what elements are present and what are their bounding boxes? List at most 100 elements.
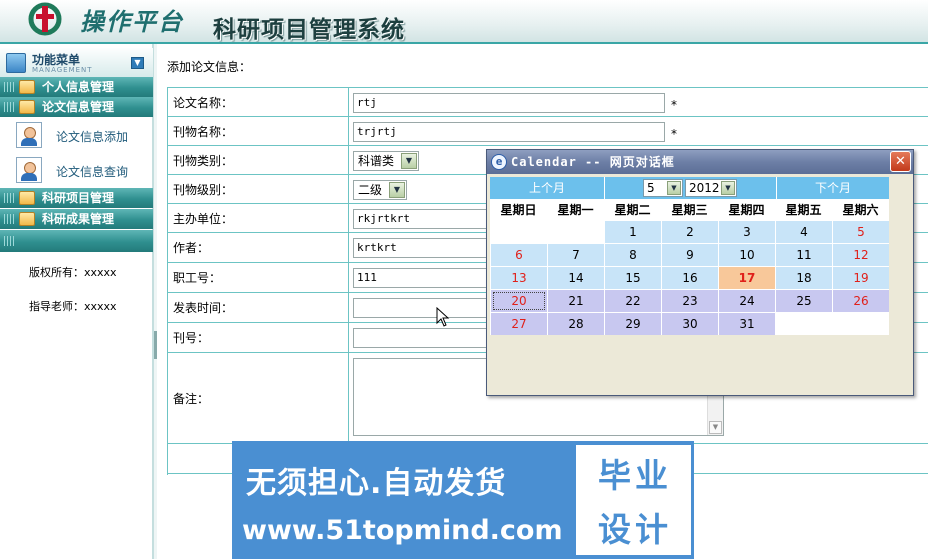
stamp-line1: 毕业: [598, 456, 672, 495]
chevron-down-icon[interactable]: ▼: [389, 182, 405, 198]
user-card-icon: [16, 157, 42, 183]
calendar-day[interactable]: 23: [662, 290, 718, 312]
sidebar-item-paper-info[interactable]: 论文信息管理: [0, 97, 153, 117]
journal-level-value: 二级: [358, 183, 383, 197]
stamp-line2: 设计: [598, 510, 672, 549]
grip-icon: [4, 82, 16, 92]
sidebar-subitem-add-paper[interactable]: 论文信息添加: [0, 118, 153, 152]
weekday-label: 星期六: [832, 199, 889, 221]
calendar-day[interactable]: 14: [548, 267, 604, 289]
bank-logo-icon: [28, 2, 62, 36]
calendar-day[interactable]: 6: [491, 244, 547, 266]
publish-time-input[interactable]: [353, 298, 487, 318]
author-input[interactable]: krtkrt: [353, 238, 487, 258]
calendar-day[interactable]: 25: [776, 290, 832, 312]
paper-name-label: 论文名称：: [168, 88, 349, 116]
folder-icon: [19, 100, 35, 114]
host-unit-label: 主办单位：: [168, 204, 349, 232]
calendar-day[interactable]: 13: [491, 267, 547, 289]
ie-page-icon: e: [491, 154, 507, 170]
close-icon[interactable]: ✕: [890, 151, 911, 172]
sidebar-subitem-label: 论文信息添加: [56, 130, 129, 144]
collapse-chevron-icon[interactable]: ▼: [131, 57, 144, 69]
calendar-day[interactable]: 4: [776, 221, 832, 243]
calendar-day[interactable]: 29: [605, 313, 661, 335]
next-month-button[interactable]: 下个月: [777, 177, 889, 199]
chevron-down-icon[interactable]: ▼: [721, 181, 735, 195]
copyright-text: 版权所有：xxxxx: [29, 266, 117, 279]
grip-icon: [4, 236, 16, 246]
folder-icon: [19, 80, 35, 94]
sidebar-item-research-result[interactable]: 科研成果管理: [0, 209, 153, 229]
required-mark: *: [671, 127, 677, 141]
calendar-day[interactable]: 31: [719, 313, 775, 335]
calendar-day[interactable]: 8: [605, 244, 661, 266]
sidebar-footer-bar: [0, 230, 153, 252]
issue-no-label: 刊号：: [168, 323, 349, 352]
calendar-empty-cell: [491, 221, 547, 243]
weekday-label: 星期四: [718, 199, 775, 221]
weekday-label: 星期二: [604, 199, 661, 221]
author-label: 作者：: [168, 233, 349, 262]
journal-name-label: 刊物名称：: [168, 117, 349, 145]
prev-month-button[interactable]: 上个月: [490, 177, 604, 199]
watermark-url: www.51topmind.com: [242, 515, 563, 546]
calendar-day[interactable]: 5: [833, 221, 889, 243]
system-title: 科研项目管理系统: [213, 16, 405, 43]
month-select[interactable]: 5 ▼: [643, 179, 683, 197]
sidebar-item-label: 科研成果管理: [42, 212, 115, 226]
calendar-day[interactable]: 27: [491, 313, 547, 335]
journal-name-input[interactable]: trjrtj: [353, 122, 665, 142]
host-unit-input[interactable]: rkjrtkrt: [353, 209, 487, 229]
calendar-day[interactable]: 24: [719, 290, 775, 312]
calendar-day[interactable]: 17: [719, 267, 775, 289]
page-title: 添加论文信息：: [167, 60, 252, 74]
chevron-down-icon[interactable]: ▼: [667, 181, 681, 195]
calendar-day[interactable]: 10: [719, 244, 775, 266]
calendar-day[interactable]: 28: [548, 313, 604, 335]
required-mark: *: [671, 98, 677, 112]
weekday-label: 星期五: [775, 199, 832, 221]
watermark-stamp: 毕业 设计: [576, 445, 691, 555]
calendar-day[interactable]: 21: [548, 290, 604, 312]
splitter-handle-icon[interactable]: [154, 331, 157, 359]
calendar-day[interactable]: 2: [662, 221, 718, 243]
calendar-day[interactable]: 9: [662, 244, 718, 266]
scroll-down-icon[interactable]: ▼: [709, 421, 722, 434]
calendar-dialog: e Calendar -- 网页对话框 ✕ 上个月 5 ▼ 2012 ▼ 下个月…: [486, 149, 914, 396]
sidebar-item-label: 个人信息管理: [42, 80, 115, 94]
calendar-body: 上个月 5 ▼ 2012 ▼ 下个月 星期日 星期一 星期二 星期三 星期四 星期五 星期六…: [490, 177, 889, 335]
issue-no-input[interactable]: [353, 328, 487, 348]
calendar-day[interactable]: 30: [662, 313, 718, 335]
staff-id-input[interactable]: 111: [353, 268, 487, 288]
sidebar-item-personal-info[interactable]: 个人信息管理: [0, 77, 153, 97]
journal-type-label: 刊物类别：: [168, 146, 349, 174]
calendar-day[interactable]: 11: [776, 244, 832, 266]
calendar-day[interactable]: 16: [662, 267, 718, 289]
chevron-down-icon[interactable]: ▼: [401, 153, 417, 169]
sidebar-subitem-query-paper[interactable]: 论文信息查询: [0, 153, 153, 187]
calendar-day[interactable]: 19: [833, 267, 889, 289]
sidebar-item-label: 科研项目管理: [42, 191, 115, 205]
year-value: 2012: [689, 181, 720, 195]
sidebar-item-research-project[interactable]: 科研项目管理: [0, 188, 153, 208]
calendar-empty-cell: [548, 221, 604, 243]
calendar-day[interactable]: 12: [833, 244, 889, 266]
journal-type-select[interactable]: 科谱类 ▼: [353, 151, 419, 171]
advisor-text: 指导老师：xxxxx: [29, 300, 117, 313]
calendar-day[interactable]: 7: [548, 244, 604, 266]
weekday-label: 星期日: [490, 199, 547, 221]
calendar-day[interactable]: 1: [605, 221, 661, 243]
calendar-titlebar[interactable]: e Calendar -- 网页对话框: [487, 150, 913, 174]
calendar-day[interactable]: 3: [719, 221, 775, 243]
calendar-day[interactable]: 20: [491, 290, 547, 312]
calendar-day[interactable]: 18: [776, 267, 832, 289]
sidebar-splitter[interactable]: [153, 44, 157, 559]
publish-time-label: 发表时间：: [168, 293, 349, 322]
paper-name-input[interactable]: rtj: [353, 93, 665, 113]
calendar-day[interactable]: 26: [833, 290, 889, 312]
calendar-day[interactable]: 22: [605, 290, 661, 312]
calendar-day[interactable]: 15: [605, 267, 661, 289]
year-select[interactable]: 2012 ▼: [685, 179, 737, 197]
journal-level-select[interactable]: 二级 ▼: [353, 180, 407, 200]
